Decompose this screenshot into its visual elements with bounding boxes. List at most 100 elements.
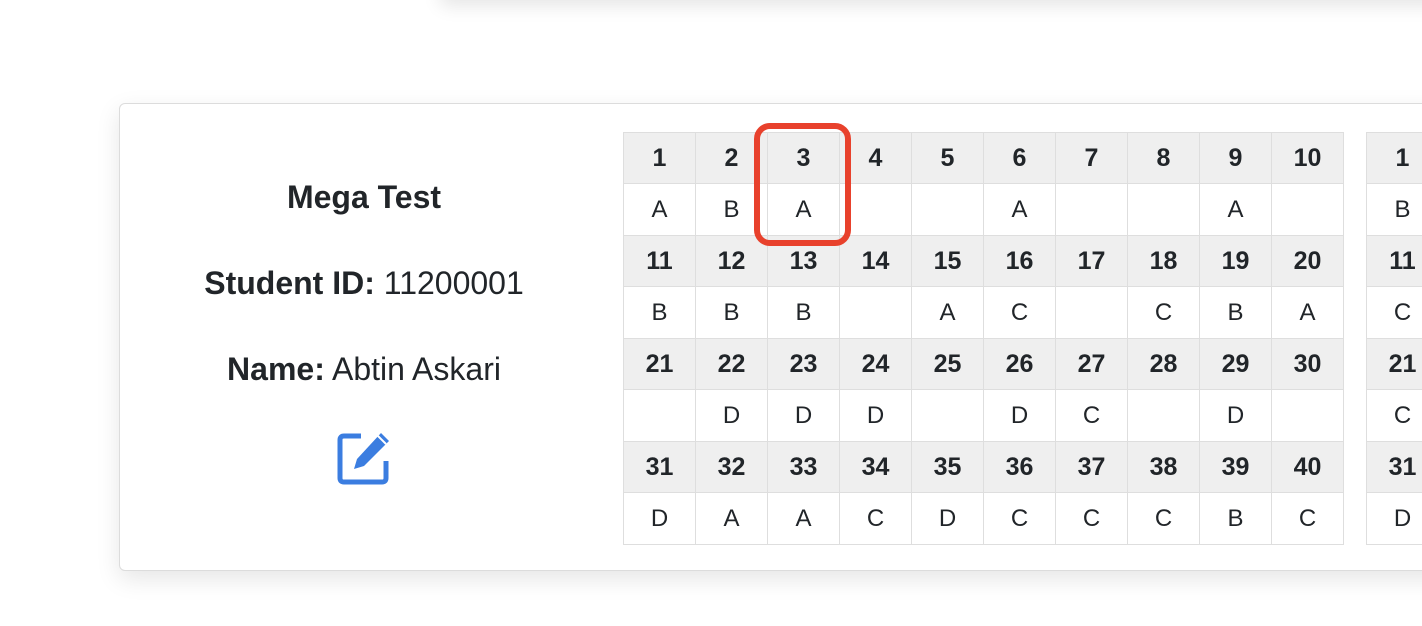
question-number: 23	[767, 338, 840, 390]
question-number-row: 1 2 3 4 5 6 7 8 9 10	[623, 132, 1344, 184]
question-number: 28	[1127, 338, 1200, 390]
student-name-label: Name:	[227, 351, 325, 387]
answer-cell[interactable]: C	[1271, 492, 1344, 545]
answer-cell[interactable]	[911, 183, 984, 236]
answer-cell[interactable]: C	[1055, 389, 1128, 442]
test-title: Mega Test	[286, 179, 442, 215]
answer-cell[interactable]: A	[1199, 183, 1272, 236]
answer-cell[interactable]: D	[623, 492, 696, 545]
answer-cell[interactable]: B	[695, 183, 768, 236]
answer-cell[interactable]: A	[767, 183, 840, 236]
answer-cell[interactable]: A	[767, 492, 840, 545]
answer-cell[interactable]: D	[695, 389, 768, 442]
question-number: 4	[839, 132, 912, 184]
student-id-row: Student ID: 11200001	[120, 263, 608, 303]
question-number: 1	[623, 132, 696, 184]
question-number: 1	[1366, 132, 1422, 184]
answer-cell[interactable]	[1271, 389, 1344, 442]
answer-cell[interactable]: B	[767, 286, 840, 339]
student-id-label: Student ID:	[204, 265, 375, 301]
question-number: 40	[1271, 441, 1344, 493]
test-result-card: Mega Test Student ID: 11200001 Name: Abt…	[119, 103, 1422, 571]
question-number: 25	[911, 338, 984, 390]
answer-cell[interactable]: B	[1199, 286, 1272, 339]
question-number: 19	[1199, 235, 1272, 287]
answer-cell[interactable]: C	[1055, 492, 1128, 545]
answer-grid: 1 2 3 4 5 6 7 8 9 10 A B A A A 11 12 13 14 15 16 17 18 19 20 B B B A…	[623, 132, 1344, 545]
question-number: 32	[695, 441, 768, 493]
answer-cell[interactable]: D	[1366, 492, 1422, 545]
question-number: 29	[1199, 338, 1272, 390]
answer-cell[interactable]	[839, 286, 912, 339]
question-number: 18	[1127, 235, 1200, 287]
answer-row: B	[1366, 183, 1422, 236]
answer-cell[interactable]: A	[623, 183, 696, 236]
question-number: 20	[1271, 235, 1344, 287]
answer-cell[interactable]	[839, 183, 912, 236]
question-number: 12	[695, 235, 768, 287]
question-number: 35	[911, 441, 984, 493]
question-number: 14	[839, 235, 912, 287]
answer-cell[interactable]	[1055, 286, 1128, 339]
question-number: 31	[1366, 441, 1422, 493]
question-number: 9	[1199, 132, 1272, 184]
question-number: 38	[1127, 441, 1200, 493]
answer-cell[interactable]: C	[839, 492, 912, 545]
answer-cell[interactable]: A	[911, 286, 984, 339]
answer-cell[interactable]: C	[983, 286, 1056, 339]
answer-cell[interactable]: D	[839, 389, 912, 442]
question-number: 13	[767, 235, 840, 287]
question-number: 33	[767, 441, 840, 493]
question-number: 30	[1271, 338, 1344, 390]
question-number: 27	[1055, 338, 1128, 390]
edit-icon[interactable]	[335, 429, 393, 487]
question-number-row: 21	[1366, 338, 1422, 390]
question-number: 11	[623, 235, 696, 287]
answer-cell[interactable]	[1055, 183, 1128, 236]
question-number: 10	[1271, 132, 1344, 184]
answer-cell[interactable]: A	[983, 183, 1056, 236]
answer-cell[interactable]: B	[695, 286, 768, 339]
answer-row: D	[1366, 492, 1422, 545]
answer-cell[interactable]: C	[1366, 286, 1422, 339]
answer-cell[interactable]: C	[1366, 389, 1422, 442]
question-number-row: 11 12 13 14 15 16 17 18 19 20	[623, 235, 1344, 287]
answer-cell[interactable]: C	[983, 492, 1056, 545]
answer-cell[interactable]: D	[911, 492, 984, 545]
answer-cell[interactable]: C	[1127, 286, 1200, 339]
question-number: 15	[911, 235, 984, 287]
answer-row: C	[1366, 286, 1422, 339]
answer-row: DAACDCCCBC	[623, 492, 1344, 545]
answer-cell[interactable]	[1271, 183, 1344, 236]
answer-cell[interactable]	[1127, 183, 1200, 236]
question-number: 39	[1199, 441, 1272, 493]
question-number-row: 1	[1366, 132, 1422, 184]
answer-cell[interactable]: A	[1271, 286, 1344, 339]
question-number: 21	[1366, 338, 1422, 390]
question-number: 3	[767, 132, 840, 184]
student-id-value: 11200001	[383, 265, 524, 301]
question-number: 26	[983, 338, 1056, 390]
question-number-row: 21 22 23 24 25 26 27 28 29 30	[623, 338, 1344, 390]
answer-row: C	[1366, 389, 1422, 442]
answer-cell[interactable]: C	[1127, 492, 1200, 545]
question-number: 37	[1055, 441, 1128, 493]
question-number: 2	[695, 132, 768, 184]
answer-cell[interactable]: D	[1199, 389, 1272, 442]
answer-row: BBBACCBA	[623, 286, 1344, 339]
answer-cell[interactable]: D	[767, 389, 840, 442]
question-number: 7	[1055, 132, 1128, 184]
answer-grid-2: 1 B 11 C 21 C 31 D	[1366, 132, 1422, 545]
student-info: Mega Test Student ID: 11200001 Name: Abt…	[120, 104, 608, 570]
answer-cell[interactable]	[911, 389, 984, 442]
answer-cell[interactable]: A	[695, 492, 768, 545]
answer-cell[interactable]: B	[1199, 492, 1272, 545]
student-name-value: Abtin Askari	[331, 351, 501, 387]
answer-cell[interactable]	[623, 389, 696, 442]
question-number: 6	[983, 132, 1056, 184]
answer-cell[interactable]: B	[1366, 183, 1422, 236]
answer-cell[interactable]: B	[623, 286, 696, 339]
answer-cell[interactable]: D	[983, 389, 1056, 442]
question-number: 24	[839, 338, 912, 390]
answer-cell[interactable]	[1127, 389, 1200, 442]
